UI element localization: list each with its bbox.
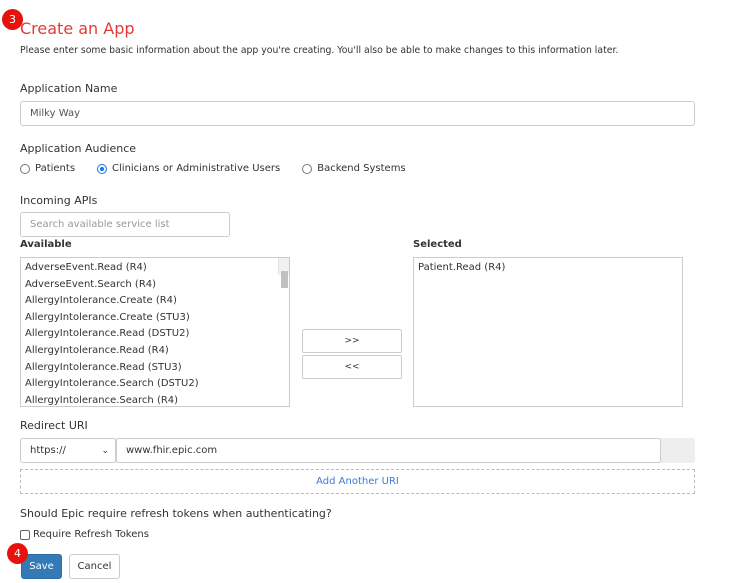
checkbox-box[interactable] [20,529,30,540]
page-title: Create an App [20,19,135,38]
redirect-uri-value: www.fhir.epic.com [126,445,218,456]
api-list-item[interactable]: AllergyIntolerance.Search (R4) [21,393,289,406]
radio-label: Backend Systems [317,163,406,174]
application-name-label: Application Name [20,82,118,95]
api-list-item[interactable]: AllergyIntolerance.Create (STU3) [21,310,289,327]
remove-api-button[interactable]: << [302,355,402,379]
api-list-item[interactable]: AllergyIntolerance.Create (R4) [21,293,289,310]
api-list-item[interactable]: AdverseEvent.Read (R4) [21,260,289,277]
api-list-item[interactable]: Patient.Read (R4) [414,260,682,277]
add-api-button[interactable]: >> [302,329,402,353]
api-list-item[interactable]: AdverseEvent.Search (R4) [21,277,289,294]
redirect-uri-row: https:// ⌄ www.fhir.epic.com [20,438,695,463]
cancel-button[interactable]: Cancel [69,554,120,579]
radio-patients[interactable]: Patients [20,163,75,174]
incoming-apis-label: Incoming APIs [20,194,98,207]
api-search-input[interactable]: Search available service list [20,212,230,237]
api-list-item[interactable]: AllergyIntolerance.Read (STU3) [21,360,289,377]
api-list-item[interactable]: AllergyIntolerance.Search (DSTU2) [21,376,289,393]
scrollbar[interactable] [278,258,289,288]
selected-label: Selected [413,239,462,250]
checkbox-label: Require Refresh Tokens [33,529,149,540]
step-badge-4: 4 [7,543,28,564]
audience-radio-group: Patients Clinicians or Administrative Us… [20,163,428,174]
radio-label: Patients [35,163,76,174]
page-description: Please enter some basic information abou… [20,45,619,56]
scheme-value: https:// [30,445,66,456]
application-name-input[interactable]: Milky Way [20,101,695,126]
refresh-question: Should Epic require refresh tokens when … [20,507,332,520]
radio-circle[interactable] [20,163,30,174]
radio-circle-selected[interactable] [97,163,108,174]
redirect-uri-label: Redirect URI [20,419,88,432]
api-list-item[interactable]: AllergyIntolerance.Read (R4) [21,343,289,360]
radio-circle[interactable] [302,163,313,174]
audience-label: Application Audience [20,142,137,155]
selected-api-list[interactable]: Patient.Read (R4) [413,257,683,407]
api-list-item[interactable]: AllergyIntolerance.Read (DSTU2) [21,326,289,343]
application-name-value: Milky Way [30,108,81,119]
scrollbar-thumb[interactable] [281,271,288,288]
add-another-uri-button[interactable]: Add Another URI [20,469,695,494]
redirect-uri-input[interactable]: www.fhir.epic.com [116,438,661,463]
chevron-down-icon: ⌄ [101,445,109,456]
api-search-placeholder: Search available service list [30,219,170,230]
scheme-select[interactable]: https:// ⌄ [20,438,116,463]
radio-label: Clinicians or Administrative Users [112,163,281,174]
available-api-list[interactable]: AdverseEvent.Read (R4) AdverseEvent.Searc… [20,257,290,407]
available-label: Available [20,239,72,250]
radio-clinicians[interactable]: Clinicians or Administrative Users [97,163,280,174]
radio-backend-systems[interactable]: Backend Systems [302,163,406,174]
require-refresh-tokens-checkbox[interactable]: Require Refresh Tokens [20,529,149,540]
save-button[interactable]: Save [21,554,62,579]
